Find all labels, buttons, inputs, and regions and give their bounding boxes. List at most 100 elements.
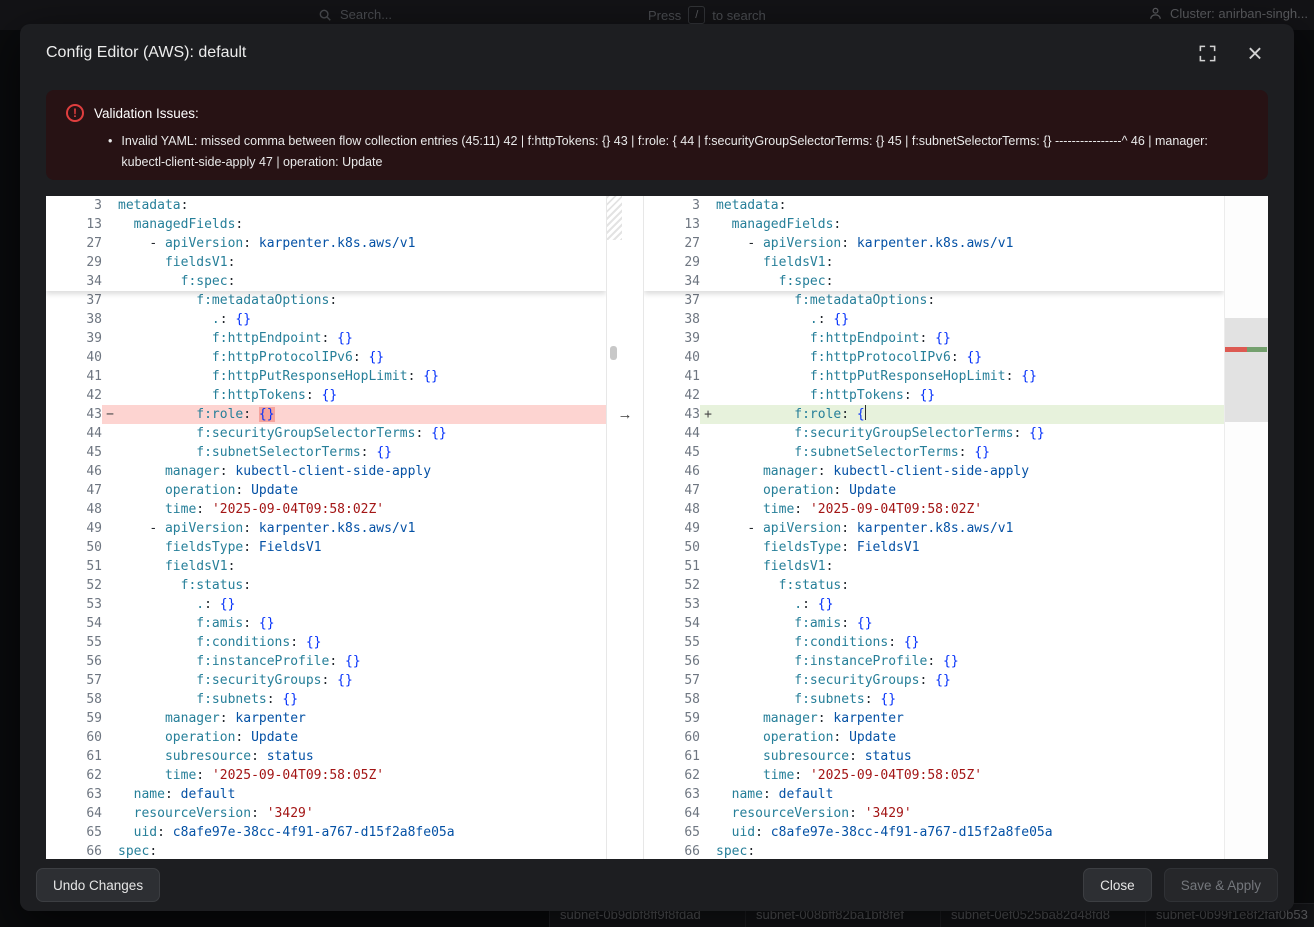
code-line[interactable]: 44 f:securityGroupSelectorTerms: {} — [644, 424, 1224, 443]
code-line[interactable]: 3metadata: — [644, 196, 1224, 215]
line-number[interactable]: 44 — [46, 424, 102, 443]
line-number[interactable]: 48 — [644, 500, 700, 519]
line-number[interactable]: 52 — [46, 576, 102, 595]
code-line[interactable]: 60 operation: Update — [46, 728, 606, 747]
code-line[interactable]: 41 f:httpPutResponseHopLimit: {} — [46, 367, 606, 386]
code-text[interactable]: f:conditions: {} — [716, 633, 1224, 652]
line-number[interactable]: 52 — [644, 576, 700, 595]
line-number[interactable]: 63 — [644, 785, 700, 804]
code-line[interactable]: 48 time: '2025-09-04T09:58:02Z' — [46, 500, 606, 519]
code-text[interactable]: manager: karpenter — [118, 709, 606, 728]
line-number[interactable]: 64 — [644, 804, 700, 823]
code-text[interactable]: name: default — [118, 785, 606, 804]
diff-pane-modified[interactable]: 3metadata:13 managedFields:27 - apiVersi… — [644, 196, 1224, 859]
code-line[interactable]: 43+ f:role: { — [644, 405, 1224, 424]
code-line[interactable]: 53 .: {} — [46, 595, 606, 614]
code-text[interactable]: f:conditions: {} — [118, 633, 606, 652]
code-text[interactable]: manager: karpenter — [716, 709, 1224, 728]
line-number[interactable]: 39 — [644, 329, 700, 348]
code-line[interactable]: 54 f:amis: {} — [46, 614, 606, 633]
line-number[interactable]: 53 — [46, 595, 102, 614]
code-text[interactable]: f:httpProtocolIPv6: {} — [716, 348, 1224, 367]
code-line[interactable]: 66spec: — [46, 842, 606, 859]
line-number[interactable]: 65 — [644, 823, 700, 842]
line-number[interactable]: 66 — [644, 842, 700, 859]
code-line[interactable]: 39 f:httpEndpoint: {} — [46, 329, 606, 348]
original-scrollbar[interactable] — [610, 346, 617, 360]
code-line[interactable]: 55 f:conditions: {} — [46, 633, 606, 652]
line-number[interactable]: 51 — [46, 557, 102, 576]
code-line[interactable]: 51 fieldsV1: — [644, 557, 1224, 576]
line-number[interactable]: 34 — [46, 272, 102, 291]
code-line[interactable]: 55 f:conditions: {} — [644, 633, 1224, 652]
code-text[interactable]: f:amis: {} — [118, 614, 606, 633]
code-text[interactable]: fieldsType: FieldsV1 — [716, 538, 1224, 557]
line-number[interactable]: 42 — [46, 386, 102, 405]
code-text[interactable]: .: {} — [716, 595, 1224, 614]
code-text[interactable]: uid: c8afe97e-38cc-4f91-a767-d15f2a8fe05… — [118, 823, 606, 842]
line-number[interactable]: 46 — [644, 462, 700, 481]
line-number[interactable]: 37 — [46, 291, 102, 310]
code-line[interactable]: 38 .: {} — [46, 310, 606, 329]
line-number[interactable]: 13 — [644, 215, 700, 234]
code-text[interactable]: subresource: status — [118, 747, 606, 766]
code-line[interactable]: 49 - apiVersion: karpenter.k8s.aws/v1 — [46, 519, 606, 538]
code-line[interactable]: 60 operation: Update — [644, 728, 1224, 747]
line-number[interactable]: 42 — [644, 386, 700, 405]
code-text[interactable]: f:status: — [118, 576, 606, 595]
line-number[interactable]: 38 — [46, 310, 102, 329]
code-line[interactable]: 63 name: default — [644, 785, 1224, 804]
code-text[interactable]: f:metadataOptions: — [716, 291, 1224, 310]
copy-change-arrow-icon[interactable]: → — [607, 405, 643, 424]
code-line[interactable]: 47 operation: Update — [644, 481, 1224, 500]
minimap-slider[interactable] — [1225, 318, 1268, 422]
code-line[interactable]: 44 f:securityGroupSelectorTerms: {} — [46, 424, 606, 443]
code-line[interactable]: 65 uid: c8afe97e-38cc-4f91-a767-d15f2a8f… — [644, 823, 1224, 842]
code-text[interactable]: f:role: {} — [118, 405, 606, 424]
code-line[interactable]: 46 manager: kubectl-client-side-apply — [46, 462, 606, 481]
code-text[interactable]: operation: Update — [118, 728, 606, 747]
line-number[interactable]: 3 — [644, 196, 700, 215]
code-line[interactable]: 52 f:status: — [46, 576, 606, 595]
code-line[interactable]: 57 f:securityGroups: {} — [644, 671, 1224, 690]
line-number[interactable]: 59 — [46, 709, 102, 728]
code-text[interactable]: f:role: { — [716, 405, 1224, 424]
code-line[interactable]: 34 f:spec: — [46, 272, 606, 291]
line-number[interactable]: 43 — [644, 405, 700, 424]
line-number[interactable]: 57 — [46, 671, 102, 690]
code-line[interactable]: 59 manager: karpenter — [46, 709, 606, 728]
code-line[interactable]: 50 fieldsType: FieldsV1 — [46, 538, 606, 557]
code-text[interactable]: operation: Update — [716, 728, 1224, 747]
code-line[interactable]: 48 time: '2025-09-04T09:58:02Z' — [644, 500, 1224, 519]
code-text[interactable]: spec: — [716, 842, 1224, 859]
yaml-diff-editor[interactable]: 3metadata:13 managedFields:27 - apiVersi… — [46, 196, 1268, 859]
code-line[interactable]: 3metadata: — [46, 196, 606, 215]
code-line[interactable]: 54 f:amis: {} — [644, 614, 1224, 633]
code-text[interactable]: f:httpEndpoint: {} — [118, 329, 606, 348]
code-text[interactable]: f:metadataOptions: — [118, 291, 606, 310]
code-line[interactable]: 40 f:httpProtocolIPv6: {} — [644, 348, 1224, 367]
line-number[interactable]: 57 — [644, 671, 700, 690]
code-text[interactable]: f:subnets: {} — [118, 690, 606, 709]
code-text[interactable]: f:spec: — [118, 272, 606, 291]
code-text[interactable]: f:httpPutResponseHopLimit: {} — [118, 367, 606, 386]
code-line[interactable]: 40 f:httpProtocolIPv6: {} — [46, 348, 606, 367]
code-text[interactable]: f:amis: {} — [716, 614, 1224, 633]
code-text[interactable]: fieldsV1: — [716, 253, 1224, 272]
line-number[interactable]: 63 — [46, 785, 102, 804]
code-line[interactable]: 58 f:subnets: {} — [46, 690, 606, 709]
code-line[interactable]: 41 f:httpPutResponseHopLimit: {} — [644, 367, 1224, 386]
line-number[interactable]: 60 — [46, 728, 102, 747]
code-text[interactable]: manager: kubectl-client-side-apply — [118, 462, 606, 481]
code-line[interactable]: 56 f:instanceProfile: {} — [46, 652, 606, 671]
code-line[interactable]: 27 - apiVersion: karpenter.k8s.aws/v1 — [46, 234, 606, 253]
line-number[interactable]: 39 — [46, 329, 102, 348]
close-icon[interactable]: × — [1242, 40, 1268, 66]
line-number[interactable]: 60 — [644, 728, 700, 747]
code-text[interactable]: f:subnets: {} — [716, 690, 1224, 709]
code-line[interactable]: 56 f:instanceProfile: {} — [644, 652, 1224, 671]
code-line[interactable]: 39 f:httpEndpoint: {} — [644, 329, 1224, 348]
code-text[interactable]: time: '2025-09-04T09:58:05Z' — [118, 766, 606, 785]
line-number[interactable]: 44 — [644, 424, 700, 443]
line-number[interactable]: 41 — [46, 367, 102, 386]
